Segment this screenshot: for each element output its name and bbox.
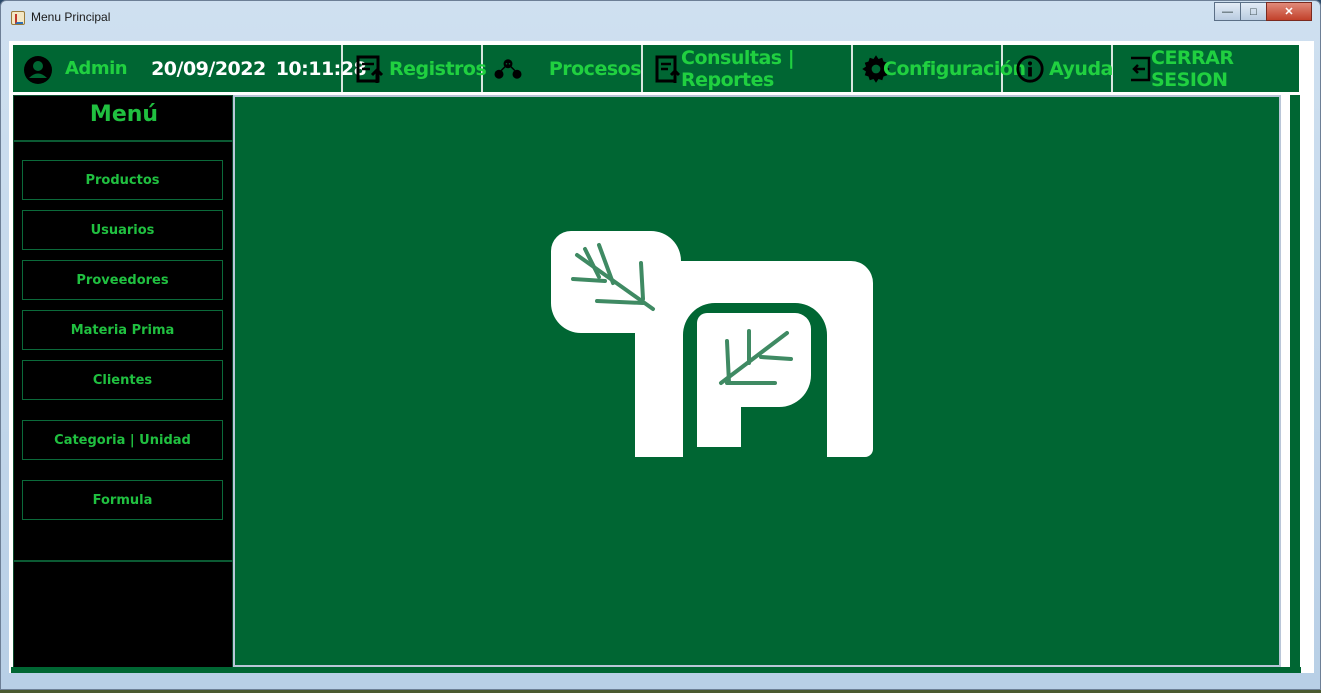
user-info: Admin 20/09/2022 10:11:28 [13,45,367,92]
sidebar-item-productos[interactable]: Productos [22,160,223,200]
menu-registros[interactable]: Registros [343,45,487,92]
main-window: Menu Principal — □ ✕ Admin 20/09/2022 10… [0,0,1321,690]
gear-icon [861,54,890,84]
close-button[interactable]: ✕ [1266,2,1312,21]
top-menu-bar: Admin 20/09/2022 10:11:28 Registros Proc… [11,43,1301,94]
sidebar-item-clientes[interactable]: Clientes [22,360,223,400]
menu-registros-label: Registros [389,57,487,80]
window-controls: — □ ✕ [1214,2,1312,21]
process-network-icon [493,54,531,84]
sidebar-item-categoria-unidad[interactable]: Categoria | Unidad [22,420,223,460]
sidebar-item-materia-prima[interactable]: Materia Prima [22,310,223,350]
panel-border-right [1285,95,1288,667]
company-logo [551,231,873,457]
minimize-button[interactable]: — [1214,2,1241,21]
info-icon [1015,54,1045,84]
report-icon [653,54,681,84]
menu-cerrar-sesion-label: CERRAR SESION [1151,46,1234,91]
sidebar-divider [14,140,234,142]
panel-frame-right [1290,95,1300,671]
sidebar-item-formula[interactable]: Formula [22,480,223,520]
maximize-button[interactable]: □ [1240,2,1267,21]
menu-ayuda-label: Ayuda [1049,57,1113,80]
document-upload-icon [355,54,385,84]
menu-ayuda[interactable]: Ayuda [1003,45,1113,92]
title-bar[interactable]: Menu Principal — □ ✕ [1,1,1320,33]
current-date: 20/09/2022 [151,57,266,80]
menu-procesos-label: Procesos [548,57,642,80]
menu-procesos[interactable]: Procesos [483,45,643,92]
logout-icon [1125,54,1151,84]
sidebar-title: Menú [89,102,159,127]
client-area: Admin 20/09/2022 10:11:28 Registros Proc… [9,41,1314,673]
menu-cerrar-sesion[interactable]: CERRAR SESION [1113,45,1295,92]
window-title: Menu Principal [31,10,111,24]
java-app-icon [11,11,25,25]
panel-frame-bottom [11,667,1301,673]
sidebar-item-usuarios[interactable]: Usuarios [22,210,223,250]
user-avatar-icon [23,55,52,84]
username: Admin [65,58,128,79]
sidebar-item-proveedores[interactable]: Proveedores [22,260,223,300]
sidebar: Menú Productos Usuarios Proveedores Mate… [13,95,234,669]
sidebar-divider-bottom [14,560,234,562]
main-content-panel [233,95,1281,667]
menu-configuracion[interactable]: Configuración [853,45,1026,92]
menu-consultas-reportes[interactable]: Consultas | Reportes [643,45,853,92]
menu-consultas-label: Consultas | Reportes [681,46,795,91]
